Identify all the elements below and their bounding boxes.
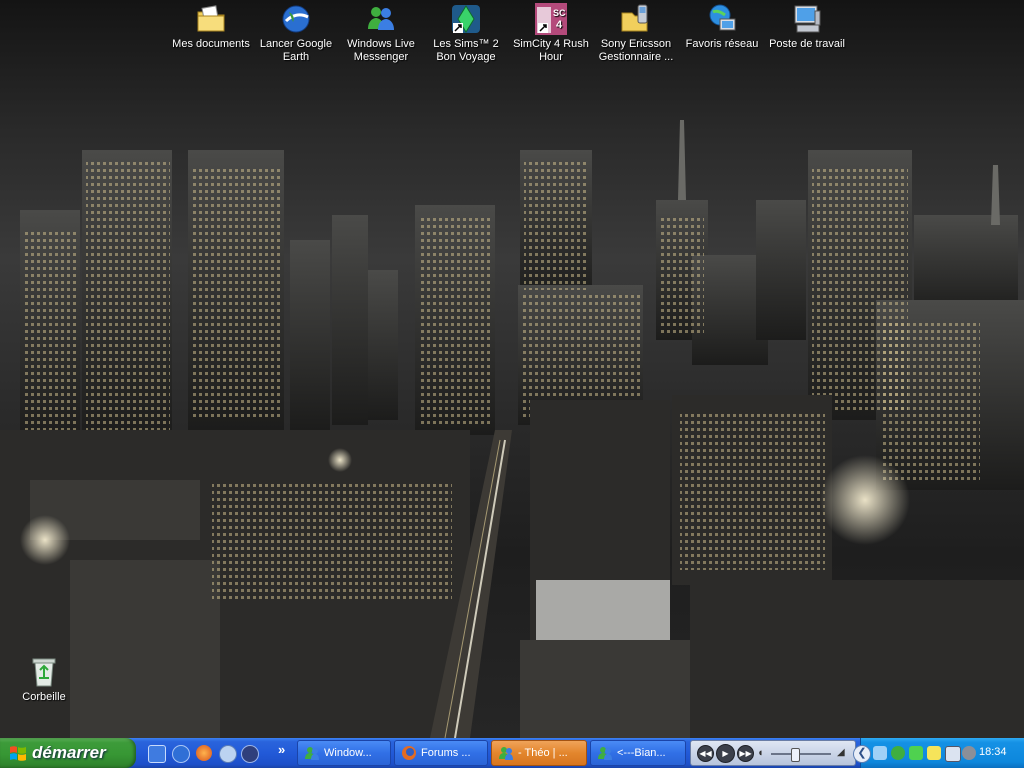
taskbar-window-label: <---Bian... <box>617 747 666 759</box>
volume-slider-thumb[interactable] <box>791 748 800 762</box>
desktop-icon-messenger[interactable]: Windows Live Messenger <box>337 3 425 64</box>
sony-ericsson-icon <box>620 3 652 35</box>
play-button[interactable]: ▶ <box>716 744 735 763</box>
previous-track-button[interactable]: ◀◀ <box>697 745 714 762</box>
network-icon[interactable] <box>873 746 887 760</box>
taskbar-window-label: - Théo | ... <box>518 747 568 759</box>
taskbar-window-theo[interactable]: - Théo | ... <box>491 740 587 766</box>
taskbar-window-label: Forums ... <box>421 747 471 759</box>
desktop-icon-label: Favoris réseau <box>685 38 759 50</box>
sims2-icon <box>450 3 482 35</box>
firefox-icon[interactable] <box>172 745 190 763</box>
city-wallpaper <box>0 120 1024 738</box>
messenger-icon <box>597 745 613 761</box>
start-button[interactable]: démarrer <box>0 738 136 768</box>
svg-text:4: 4 <box>556 19 563 31</box>
speaker-icon[interactable]: ◖ <box>757 747 767 759</box>
shield-icon[interactable] <box>909 746 923 760</box>
taskbar: démarrer » Window... Forums ... - Théo |… <box>0 738 1024 768</box>
desktop-icon-simcity4[interactable]: SC 4 SimCity 4 Rush Hour <box>507 3 595 64</box>
desktop-icon-label: SimCity 4 Rush Hour <box>513 38 589 63</box>
media-player-toolbar: ◀◀ ▶ ▶▶ ◖ ◢ <box>690 740 856 766</box>
recycle-bin-icon <box>28 656 60 688</box>
messenger-icon <box>365 3 397 35</box>
taskbar-window-forums[interactable]: Forums ... <box>394 740 488 766</box>
desktop-icon-network-places[interactable]: Favoris réseau <box>678 3 766 51</box>
desktop-icon-sims2[interactable]: Les Sims™ 2 Bon Voyage <box>422 3 510 64</box>
volume-tray-icon[interactable] <box>962 746 976 760</box>
start-label: démarrer <box>32 743 106 762</box>
taskbar-window-label: Window... <box>324 747 372 759</box>
desktop-icon-sony-ericsson[interactable]: Sony Ericsson Gestionnaire ... <box>592 3 680 64</box>
mute-icon[interactable]: ◢ <box>837 747 847 759</box>
next-track-button[interactable]: ▶▶ <box>737 745 754 762</box>
taskbar-window-messenger[interactable]: Window... <box>297 740 391 766</box>
desktop-icon-my-documents[interactable]: Mes documents <box>167 3 255 51</box>
desktop-icon-label: Mes documents <box>172 38 250 50</box>
desktop-icon-label: Poste de travail <box>769 38 845 50</box>
desktop-icon-label: Sony Ericsson Gestionnaire ... <box>598 38 674 63</box>
firefox-icon <box>401 745 417 761</box>
messenger-tray-icon[interactable] <box>891 746 905 760</box>
windows-flag-icon <box>10 746 26 761</box>
network-places-icon <box>706 3 738 35</box>
my-documents-icon <box>195 3 227 35</box>
desktop-icon-google-earth[interactable]: Lancer Google Earth <box>252 3 340 64</box>
messenger-icon <box>304 745 320 761</box>
volume-slider[interactable] <box>771 753 831 755</box>
google-earth-icon <box>280 3 312 35</box>
my-computer-icon <box>791 3 823 35</box>
desktop-icon-label: Windows Live Messenger <box>347 38 415 63</box>
back-icon[interactable]: ❮ <box>853 745 871 763</box>
display-icon[interactable] <box>945 746 961 762</box>
ie-icon[interactable] <box>148 745 166 763</box>
system-tray: ❮ 18:34 <box>853 738 1024 768</box>
power-icon[interactable] <box>927 746 941 760</box>
simcity4-icon: SC 4 <box>535 3 567 35</box>
desktop-icon-label: Lancer Google Earth <box>259 38 333 63</box>
media-player-icon[interactable] <box>241 745 259 763</box>
desktop-icon-recycle-bin[interactable]: Corbeille <box>0 656 88 704</box>
taskbar-window-bian[interactable]: <---Bian... <box>590 740 686 766</box>
desktop-icon-my-computer[interactable]: Poste de travail <box>763 3 851 51</box>
firefox-quick-icon[interactable] <box>196 745 212 761</box>
desktop-icon-label: Corbeille <box>22 691 66 703</box>
desktop-icon-label: Les Sims™ 2 Bon Voyage <box>433 38 499 63</box>
desktop[interactable]: Mes documents Lancer Google Earth Window… <box>0 0 1024 738</box>
clock[interactable]: 18:34 <box>979 746 1007 758</box>
messenger-icon <box>498 745 514 761</box>
svg-text:SC: SC <box>553 8 566 18</box>
quick-launch-overflow[interactable]: » <box>278 742 285 757</box>
itunes-icon[interactable] <box>219 745 237 763</box>
